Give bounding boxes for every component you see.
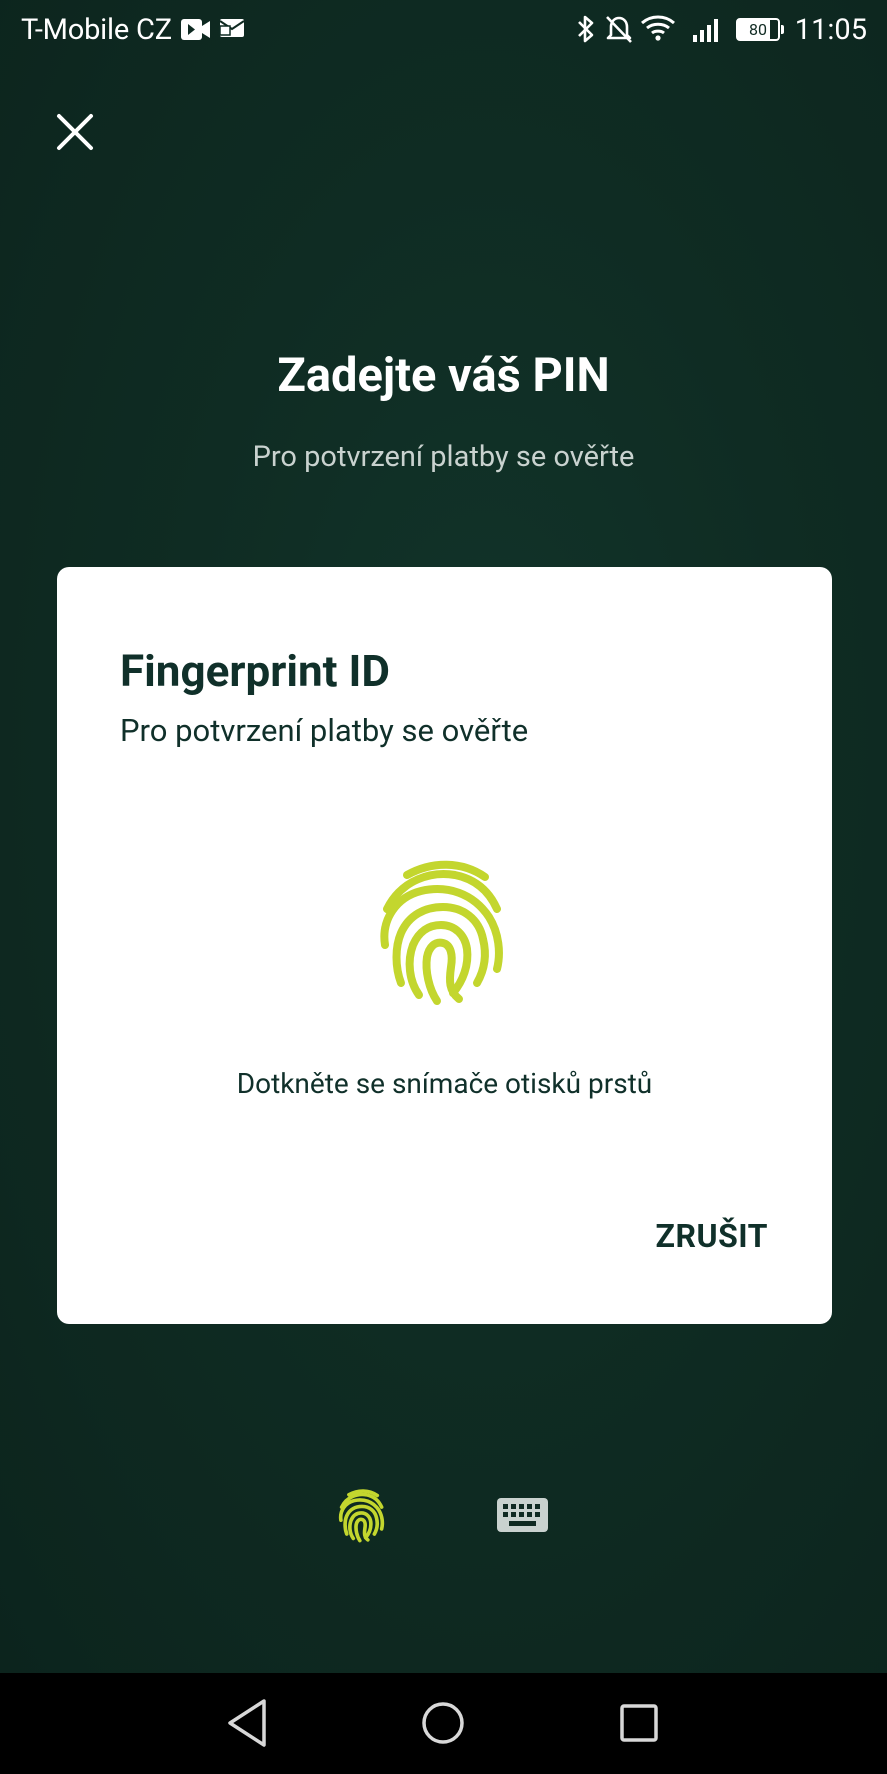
home-icon[interactable]: [420, 1700, 466, 1746]
back-icon[interactable]: [224, 1697, 270, 1749]
cancel-button[interactable]: ZRUŠIT: [656, 1217, 768, 1255]
signal-icon: [693, 19, 718, 42]
app-screen: T-Mobile CZ 80 11:05 Zadejte váš PIN Pro…: [0, 0, 887, 1673]
status-bar: T-Mobile CZ 80 11:05: [0, 0, 887, 62]
page-subtitle: Pro potvrzení platby se ověřte: [252, 440, 635, 474]
recents-icon[interactable]: [619, 1703, 659, 1743]
keyboard-icon[interactable]: [497, 1498, 548, 1532]
dialog-hint: Dotkněte se snímače otisků prstů: [236, 1067, 653, 1100]
dialog-subtitle: Pro potvrzení platby se ověřte: [120, 712, 529, 749]
video-icon: [181, 19, 210, 40]
navigation-bar: [0, 1673, 887, 1774]
clock: 11:05: [794, 13, 867, 47]
battery-level: 80: [749, 20, 767, 39]
bluetooth-icon: [578, 15, 594, 43]
fingerprint-toggle-icon[interactable]: [338, 1488, 386, 1543]
wifi-icon: [641, 15, 675, 41]
message-icon: [219, 19, 245, 37]
battery-icon: 80: [736, 18, 784, 41]
close-icon[interactable]: [50, 107, 100, 157]
mute-icon: [606, 16, 632, 43]
fingerprint-dialog: Fingerprint ID Pro potvrzení platby se o…: [57, 567, 832, 1324]
fingerprint-icon: [380, 860, 503, 1005]
carrier-name: T-Mobile CZ: [21, 13, 172, 47]
dialog-title: Fingerprint ID: [120, 645, 390, 697]
page-title: Zadejte váš PIN: [277, 348, 610, 403]
